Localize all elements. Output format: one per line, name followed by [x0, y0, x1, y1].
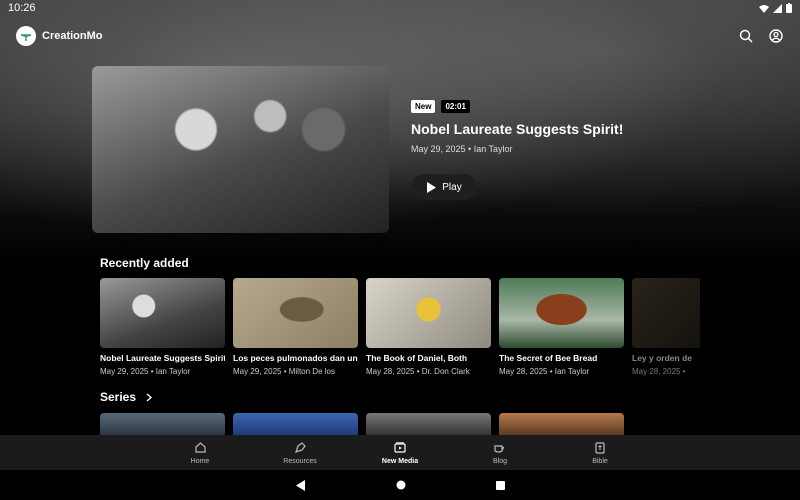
- series-row: [100, 413, 700, 435]
- series-card[interactable]: [233, 413, 358, 435]
- card-thumbnail: [632, 278, 700, 348]
- nav-item-bible[interactable]: Bible: [565, 435, 635, 470]
- card-title: Nobel Laureate Suggests Spirit!: [100, 353, 225, 363]
- card-title: The Secret of Bee Bread: [499, 353, 598, 363]
- hero-video-thumbnail[interactable]: [92, 66, 389, 233]
- media-card[interactable]: The Secret of Bee Bread May 28, 2025 • I…: [499, 278, 624, 376]
- nav-label: Blog: [492, 457, 507, 465]
- pen-icon: [293, 441, 307, 455]
- app-logo-icon: [16, 26, 36, 46]
- signal-icon: [773, 3, 782, 13]
- card-thumbnail: [233, 278, 358, 348]
- home-icon: [193, 441, 207, 455]
- hero-title: Nobel Laureate Suggests Spirit!: [411, 121, 624, 137]
- status-time: 10:26: [8, 2, 36, 14]
- account-button[interactable]: [768, 28, 784, 44]
- recently-added-row: Nobel Laureate Suggests Spirit! May 29, …: [100, 278, 700, 376]
- wifi-icon: [759, 4, 769, 13]
- system-navigation-bar: [0, 470, 800, 500]
- card-thumbnail: [499, 278, 624, 348]
- app-bar-actions: [738, 28, 784, 44]
- nav-label: New Media: [381, 457, 419, 465]
- card-meta: May 28, 2025 •: [632, 367, 686, 376]
- app-bar: CreationMo: [16, 24, 784, 48]
- nav-label: Resources: [283, 457, 317, 465]
- nav-label: Home: [190, 457, 210, 465]
- card-meta: May 28, 2025 • Ian Taylor: [499, 367, 590, 376]
- back-icon[interactable]: [295, 479, 306, 491]
- recents-icon[interactable]: [495, 480, 505, 490]
- bottom-navigation: Home Resources New Media Blog Bible: [0, 435, 800, 470]
- card-title: The Book of Daniel, Both: [366, 353, 468, 363]
- new-badge: New: [411, 100, 436, 113]
- media-card[interactable]: The Book of Daniel, Both May 28, 2025 • …: [366, 278, 491, 376]
- card-title: Ley y orden de: [632, 353, 692, 363]
- card-thumbnail: [366, 278, 491, 348]
- play-button[interactable]: Play: [411, 174, 477, 200]
- hero-meta: May 29, 2025 • Ian Taylor: [411, 144, 513, 154]
- card-meta: May 29, 2025 • Milton De los: [233, 367, 335, 376]
- media-card[interactable]: Nobel Laureate Suggests Spirit! May 29, …: [100, 278, 225, 376]
- app-name: CreationMo: [42, 30, 103, 42]
- status-bar: 10:26: [0, 0, 800, 16]
- account-icon: [769, 29, 783, 43]
- media-card[interactable]: Ley y orden de May 28, 2025 •: [632, 278, 700, 376]
- nav-item-blog[interactable]: Blog: [465, 435, 535, 470]
- nav-label: Bible: [592, 457, 608, 465]
- duration-badge: 02:01: [441, 100, 470, 113]
- series-card[interactable]: [499, 413, 624, 435]
- series-card[interactable]: [366, 413, 491, 435]
- bottom-nav-items: Home Resources New Media Blog Bible: [165, 435, 635, 470]
- brand[interactable]: CreationMo: [16, 26, 103, 46]
- play-label: Play: [442, 181, 462, 193]
- hero-info: New 02:01 Nobel Laureate Suggests Spirit…: [411, 100, 771, 200]
- battery-icon: [786, 3, 792, 13]
- series-header[interactable]: Series: [100, 390, 153, 404]
- card-thumbnail: [100, 278, 225, 348]
- series-card[interactable]: [100, 413, 225, 435]
- nav-item-home[interactable]: Home: [165, 435, 235, 470]
- play-icon: [427, 181, 437, 193]
- card-meta: May 29, 2025 • Ian Taylor: [100, 367, 191, 376]
- recently-added-title: Recently added: [100, 256, 189, 270]
- status-icons: [759, 3, 792, 13]
- card-title: Los peces pulmonados dan un: [233, 353, 358, 363]
- search-button[interactable]: [738, 28, 754, 44]
- hero-badges: New 02:01: [411, 100, 771, 113]
- card-meta: May 28, 2025 • Dr. Don Clark: [366, 367, 470, 376]
- media-icon: [393, 441, 407, 455]
- book-icon: [593, 441, 607, 455]
- nav-item-resources[interactable]: Resources: [265, 435, 335, 470]
- home-circle-icon[interactable]: [396, 480, 406, 490]
- search-icon: [739, 29, 753, 43]
- nav-item-new-media[interactable]: New Media: [365, 435, 435, 470]
- chevron-right-icon: [146, 392, 153, 402]
- media-card[interactable]: Los peces pulmonados dan un May 29, 2025…: [233, 278, 358, 376]
- series-title: Series: [100, 390, 137, 404]
- coffee-icon: [493, 441, 507, 455]
